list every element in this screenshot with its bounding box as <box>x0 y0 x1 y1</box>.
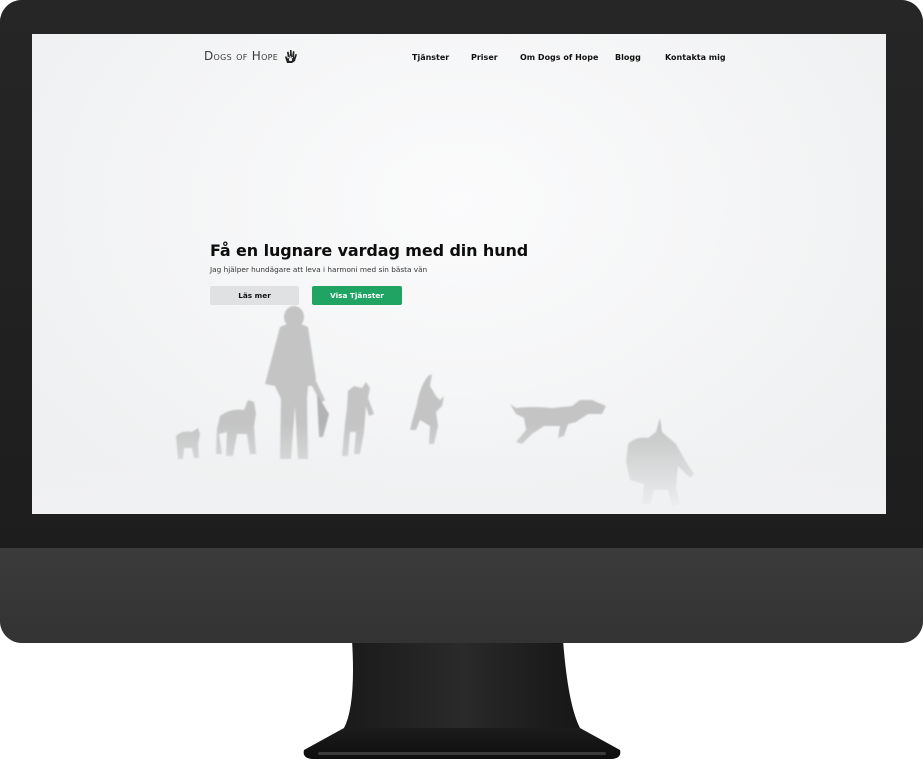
show-services-button[interactable]: Visa Tjänster <box>312 286 402 305</box>
paw-hand-icon <box>285 50 298 63</box>
nav-link-tjanster[interactable]: Tjänster <box>412 53 471 62</box>
hero-title: Få en lugnare vardag med din hund <box>210 241 529 260</box>
main-navigation: Tjänster Priser Om Dogs of Hope Blogg Ko… <box>412 53 726 62</box>
monitor-mockup: Dogs of Hope Tjänster Priser Om Dogs of … <box>0 0 923 761</box>
monitor-chin <box>0 548 923 643</box>
read-more-button[interactable]: Läs mer <box>210 286 299 305</box>
nav-link-kontakta-mig[interactable]: Kontakta mig <box>665 53 726 62</box>
site-logo[interactable]: Dogs of Hope <box>204 48 298 64</box>
website-screen: Dogs of Hope Tjänster Priser Om Dogs of … <box>32 34 886 514</box>
logo-text: Dogs of Hope <box>204 49 279 63</box>
nav-link-blogg[interactable]: Blogg <box>615 53 665 62</box>
snow-ground <box>32 424 886 514</box>
hero-subtitle: Jag hjälper hundägare att leva i harmoni… <box>210 265 428 274</box>
nav-link-priser[interactable]: Priser <box>471 53 520 62</box>
nav-link-om-dogs-of-hope[interactable]: Om Dogs of Hope <box>520 53 615 62</box>
